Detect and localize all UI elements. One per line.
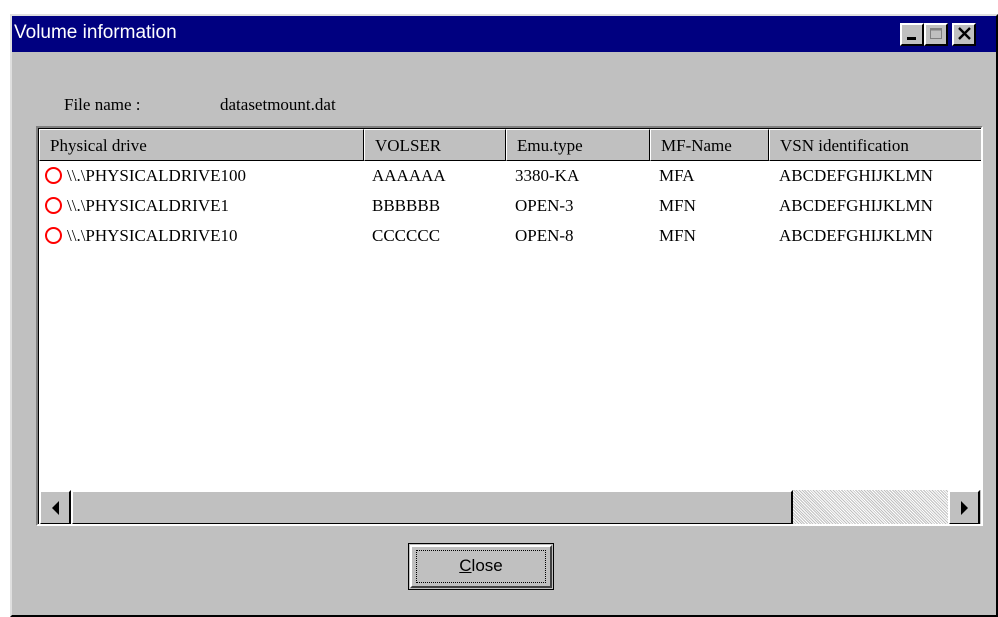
window-title: Volume information (14, 22, 177, 43)
scrollbar-track[interactable] (71, 490, 948, 524)
arrow-left-icon (52, 501, 59, 515)
file-name-label: File name : (64, 95, 141, 114)
drive-cell: \\.\PHYSICALDRIVE1 (67, 196, 229, 215)
arrow-right-icon (961, 501, 968, 515)
close-button-label: Close (459, 556, 503, 575)
volume-information-window: Volume information File name : datasetmo… (10, 14, 998, 617)
minimize-button[interactable] (900, 23, 924, 46)
list-header: Physical drive VOLSER Emu.type MF-Name V… (39, 129, 981, 161)
horizontal-scrollbar[interactable] (39, 490, 981, 524)
red-circle-icon (45, 167, 62, 184)
close-button[interactable]: Close (408, 543, 554, 590)
title-bar[interactable]: Volume information (12, 16, 996, 52)
column-header-vsn-identification[interactable]: VSN identification (769, 129, 981, 161)
column-header-volser[interactable]: VOLSER (364, 129, 506, 161)
vsn-cell: ABCDEFGHIJKLMN (779, 226, 933, 245)
vsn-cell: ABCDEFGHIJKLMN (779, 166, 933, 185)
volser-cell: BBBBBB (372, 196, 441, 215)
minimize-icon (907, 37, 916, 40)
vsn-cell: ABCDEFGHIJKLMN (779, 196, 933, 215)
volume-list[interactable]: Physical drive VOLSER Emu.type MF-Name V… (36, 126, 983, 526)
table-row[interactable]: \\.\PHYSICALDRIVE1 BBBBBB OPEN-3 MFN ABC… (39, 192, 981, 222)
maximize-icon (930, 28, 942, 39)
red-circle-icon (45, 197, 62, 214)
emu-type-cell: 3380-KA (515, 166, 580, 185)
mf-name-cell: MFN (659, 226, 696, 245)
column-header-mf-name[interactable]: MF-Name (650, 129, 769, 161)
close-icon (958, 27, 971, 40)
volser-cell: CCCCCC (372, 226, 441, 245)
mf-name-cell: MFA (659, 166, 695, 185)
emu-type-cell: OPEN-3 (515, 196, 574, 215)
scroll-right-button[interactable] (948, 490, 980, 524)
column-header-physical-drive[interactable]: Physical drive (39, 129, 364, 161)
column-header-emu-type[interactable]: Emu.type (506, 129, 650, 161)
scroll-left-button[interactable] (39, 490, 71, 524)
drive-cell: \\.\PHYSICALDRIVE10 (67, 226, 238, 245)
table-row[interactable]: \\.\PHYSICALDRIVE100 AAAAAA 3380-KA MFA … (39, 162, 981, 192)
drive-cell: \\.\PHYSICALDRIVE100 (67, 166, 246, 185)
file-name-value: datasetmount.dat (220, 95, 336, 114)
maximize-button[interactable] (924, 23, 948, 46)
mf-name-cell: MFN (659, 196, 696, 215)
table-row[interactable]: \\.\PHYSICALDRIVE10 CCCCCC OPEN-8 MFN AB… (39, 222, 981, 252)
emu-type-cell: OPEN-8 (515, 226, 574, 245)
close-window-button[interactable] (952, 23, 976, 46)
red-circle-icon (45, 227, 62, 244)
scrollbar-thumb[interactable] (71, 490, 793, 524)
volser-cell: AAAAAA (372, 166, 446, 185)
